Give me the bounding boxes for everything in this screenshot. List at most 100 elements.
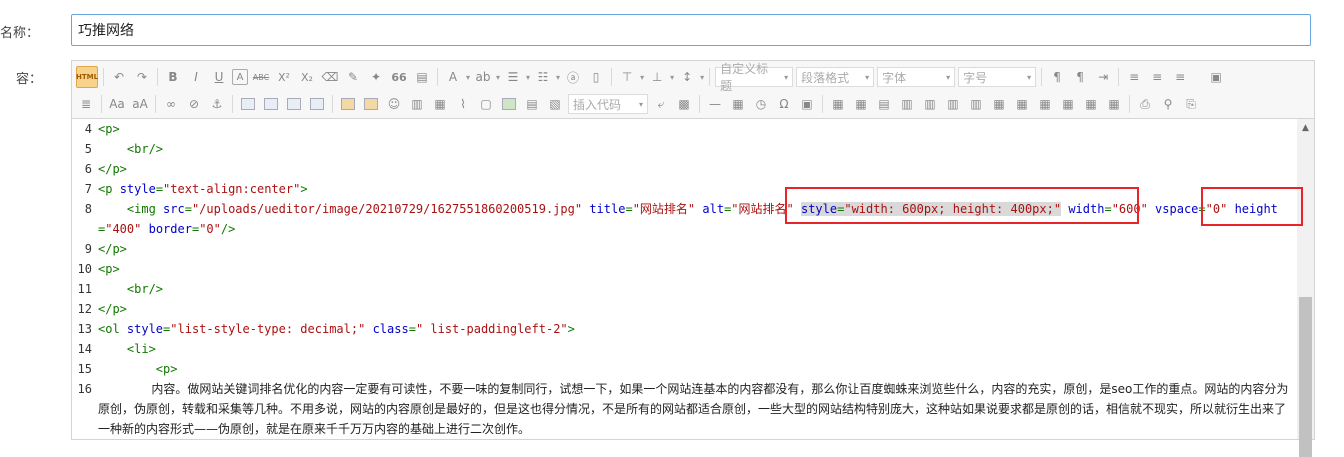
delete-table-icon[interactable]: ▦ [851, 94, 871, 114]
code-token: "网站排名" [731, 202, 794, 216]
auto-typeset-icon[interactable]: ✦ [366, 67, 386, 87]
merge-down-icon[interactable]: ▦ [1035, 94, 1055, 114]
row-spacing-bottom-icon[interactable]: ⊥ [647, 67, 667, 87]
code-line-content: </p> [98, 239, 1297, 259]
code-line: 13 <ol style = "list-style-type: decimal;" … [72, 319, 1297, 339]
split-to-rows-icon[interactable]: ▦ [1081, 94, 1101, 114]
image-left-icon[interactable] [261, 94, 281, 114]
chevron-down-icon[interactable]: ▾ [496, 73, 500, 82]
rtl-icon[interactable]: ¶ [1070, 67, 1090, 87]
html-source-button[interactable]: HTML [76, 66, 98, 88]
line-height-icon[interactable]: ↕ [677, 67, 697, 87]
scroll-thumb[interactable] [1299, 297, 1312, 457]
select-all-icon[interactable]: ⓐ [563, 67, 583, 87]
anchor-icon[interactable]: ⚓ [207, 94, 227, 114]
image-manager-icon[interactable] [499, 94, 519, 114]
horizontal-rule-icon[interactable]: — [705, 94, 725, 114]
chevron-down-icon[interactable]: ▾ [556, 73, 560, 82]
fullscreen-icon[interactable]: ▣ [1206, 67, 1226, 87]
insert-col-icon[interactable]: ▥ [943, 94, 963, 114]
eraser-icon[interactable]: ⌫ [320, 67, 340, 87]
format-brush-icon[interactable]: ✎ [343, 67, 363, 87]
scroll-up-icon[interactable]: ▲ [1297, 119, 1314, 136]
insert-code-select[interactable]: 插入代码 ▾ [568, 94, 648, 114]
merge-right-icon[interactable]: ▦ [1012, 94, 1032, 114]
search-replace-icon[interactable]: ⎘ [1181, 94, 1201, 114]
chevron-down-icon[interactable]: ▾ [466, 73, 470, 82]
date-icon[interactable]: ▦ [728, 94, 748, 114]
superscript-button[interactable]: X² [274, 67, 294, 87]
ltr-icon[interactable]: ¶ [1047, 67, 1067, 87]
chevron-down-icon: ▾ [1027, 72, 1032, 82]
emotion-icon[interactable]: ☺ [384, 94, 404, 114]
font-family-select[interactable]: 字体 ▾ [877, 67, 956, 87]
align-right-icon[interactable]: ≡ [1170, 67, 1190, 87]
time-icon[interactable]: ◷ [751, 94, 771, 114]
title-input[interactable] [71, 14, 1311, 46]
font-color-button[interactable]: A [443, 67, 463, 87]
scrawl-icon[interactable]: ▥ [407, 94, 427, 114]
paste-plain-icon[interactable]: ▤ [412, 67, 432, 87]
insert-video-icon[interactable]: ▦ [430, 94, 450, 114]
line-number: 6 [84, 162, 92, 176]
print-icon[interactable]: ⎙ [1135, 94, 1155, 114]
vertical-scrollbar[interactable]: ▲ [1297, 119, 1314, 457]
split-to-cells-icon[interactable]: ▦ [1058, 94, 1078, 114]
chevron-down-icon[interactable]: ▾ [670, 73, 674, 82]
tolowercase-icon[interactable]: aA [130, 94, 150, 114]
clear-doc-icon[interactable]: ▯ [586, 67, 606, 87]
insert-image-icon[interactable] [361, 94, 381, 114]
unlink-icon[interactable]: ⊘ [184, 94, 204, 114]
image-right-icon[interactable] [284, 94, 304, 114]
attachment-icon[interactable]: ⌇ [453, 94, 473, 114]
bold-button[interactable]: B [163, 67, 183, 87]
align-center-icon[interactable]: ≡ [1147, 67, 1167, 87]
font-border-button[interactable]: A [232, 69, 248, 85]
underline-button[interactable]: U [209, 67, 229, 87]
indent-icon[interactable]: ⇥ [1093, 67, 1113, 87]
template-icon[interactable]: ▤ [522, 94, 542, 114]
delete-row-icon[interactable]: ▥ [920, 94, 940, 114]
undo-icon[interactable]: ↶ [109, 67, 129, 87]
touppercase-icon[interactable]: Aa [107, 94, 127, 114]
custom-title-select[interactable]: 自定义标题 ▾ [715, 62, 794, 93]
paragraph-format-select[interactable]: 段落格式 ▾ [796, 67, 875, 87]
preview-icon[interactable]: ⚲ [1158, 94, 1178, 114]
map-icon[interactable]: ▣ [797, 94, 817, 114]
simple-upload-icon[interactable] [338, 94, 358, 114]
link-icon[interactable]: ∞ [161, 94, 181, 114]
insert-table-icon[interactable]: ▦ [828, 94, 848, 114]
image-none-icon[interactable] [238, 94, 258, 114]
source-code-view[interactable]: 4 <p> 5 <br/> 6 </p> 7 <p style="text-align:ce… [72, 119, 1297, 439]
blockquote-button[interactable]: 66 [389, 67, 409, 87]
subscript-button[interactable]: X₂ [297, 67, 317, 87]
delete-col-icon[interactable]: ▥ [966, 94, 986, 114]
merge-cells-icon[interactable]: ▦ [989, 94, 1009, 114]
highlight-color-icon[interactable]: ab [473, 67, 493, 87]
chevron-down-icon[interactable]: ▾ [700, 73, 704, 82]
unordered-list-icon[interactable]: ☷ [533, 67, 553, 87]
insert-frame-icon[interactable]: ▢ [476, 94, 496, 114]
background-icon[interactable]: ▧ [545, 94, 565, 114]
font-size-select[interactable]: 字号 ▾ [958, 67, 1037, 87]
page-break-icon[interactable]: ⤶ [651, 94, 671, 114]
code-line: 9 </p> [72, 239, 1297, 259]
ordered-list-icon[interactable]: ☰ [503, 67, 523, 87]
row-spacing-top-icon[interactable]: ⊤ [617, 67, 637, 87]
redo-icon[interactable]: ↷ [132, 67, 152, 87]
italic-button[interactable]: I [186, 67, 206, 87]
image-center-icon[interactable] [307, 94, 327, 114]
separator [699, 95, 700, 113]
chevron-down-icon[interactable]: ▾ [526, 73, 530, 82]
align-justify-icon[interactable]: ≣ [76, 94, 96, 114]
chevron-down-icon[interactable]: ▾ [640, 73, 644, 82]
name-label: 名称： [0, 26, 40, 41]
align-left-icon[interactable]: ≡ [1124, 67, 1144, 87]
insert-paragraph-before-table-icon[interactable]: ▤ [874, 94, 894, 114]
split-to-cols-icon[interactable]: ▦ [1104, 94, 1124, 114]
strikethrough-button[interactable]: ABC [251, 67, 271, 87]
code-token: " list-paddingleft-2" [415, 322, 568, 336]
word-image-icon[interactable]: ▩ [674, 94, 694, 114]
special-chars-button[interactable]: Ω [774, 94, 794, 114]
insert-row-icon[interactable]: ▥ [897, 94, 917, 114]
